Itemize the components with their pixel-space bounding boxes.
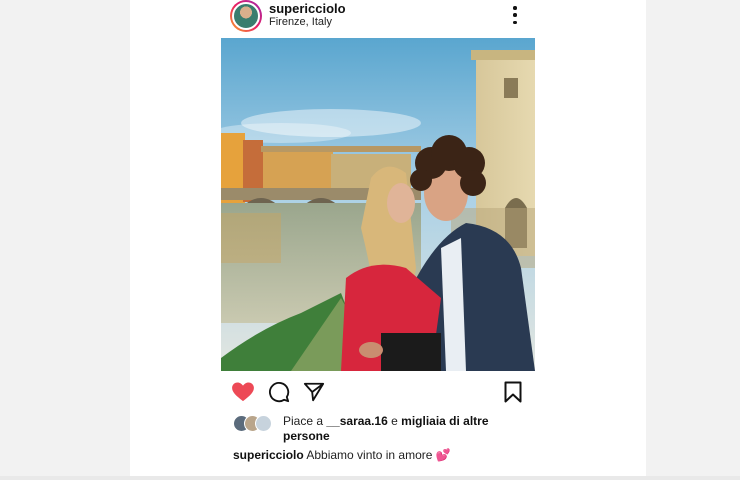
post-username[interactable]: supericciolo	[269, 1, 346, 16]
likes-conjunction: e	[391, 414, 398, 428]
liker-username[interactable]: __saraa.16	[326, 414, 387, 428]
post-actions	[230, 380, 530, 404]
liker-avatar	[255, 415, 272, 432]
caption-username[interactable]: supericciolo	[233, 448, 304, 462]
caption-text: Abbiamo vinto in amore	[306, 448, 433, 462]
caption-emoji: 💕	[435, 448, 451, 462]
likes-text: Piace a __saraa.16 e migliaia di altre p…	[283, 414, 495, 444]
send-icon[interactable]	[303, 381, 325, 408]
post-location[interactable]: Firenze, Italy	[269, 16, 332, 28]
avatar[interactable]	[230, 0, 262, 32]
post-caption: supericciolo Abbiamo vinto in amore 💕	[233, 448, 451, 462]
page-divider	[0, 476, 740, 480]
post-card: supericciolo Firenze, Italy Piace a __sa…	[130, 0, 646, 476]
post-header: supericciolo Firenze, Italy	[230, 0, 540, 36]
more-options-icon[interactable]	[512, 6, 518, 24]
post-photo[interactable]	[221, 38, 535, 371]
likes-prefix: Piace a	[283, 414, 324, 428]
heart-icon[interactable]	[232, 382, 254, 407]
bookmark-icon[interactable]	[504, 381, 522, 408]
comment-icon[interactable]	[268, 381, 290, 408]
